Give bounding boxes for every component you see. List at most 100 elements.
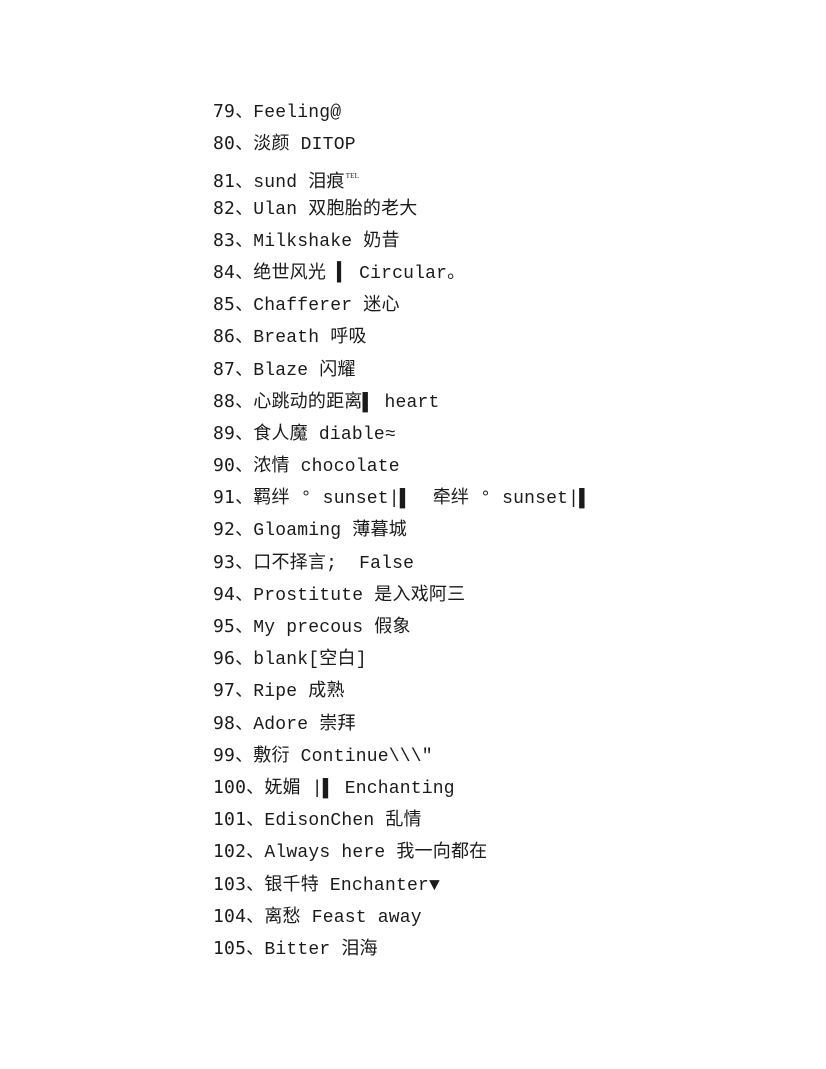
item-number: 87 <box>213 358 236 380</box>
item-text: 淡颜 DITOP <box>253 135 356 156</box>
item-text: 妩媚 |▌ Enchanting <box>264 778 455 799</box>
item-separator: 、 <box>235 455 254 477</box>
item-number: 86 <box>213 326 236 348</box>
item-number: 98 <box>213 712 236 734</box>
item-number: 91 <box>213 487 236 509</box>
item-separator: 、 <box>235 101 254 122</box>
item-number: 80 <box>213 133 236 155</box>
item-number: 92 <box>213 519 236 541</box>
item-text: sund 泪痕 <box>253 173 345 194</box>
item-separator: 、 <box>235 422 254 444</box>
item-text: Chafferer 迷心 <box>253 296 400 317</box>
list-item: 86、Breath 呼吸 <box>213 321 590 353</box>
document-page: 79、Feeling@ 80、淡颜 DITOP 81、sund 泪痕TEL 82、Ul… <box>0 0 826 1069</box>
list-item: 79、Feeling@ <box>213 96 590 128</box>
item-text: Adore 崇拜 <box>253 714 356 735</box>
item-text: 浓情 chocolate <box>253 457 400 478</box>
item-number: 85 <box>213 294 236 316</box>
item-number: 97 <box>213 680 236 702</box>
item-separator: 、 <box>246 841 265 863</box>
item-text: Milkshake 奶昔 <box>253 231 400 252</box>
item-text: Ripe 成熟 <box>253 682 345 703</box>
item-text: 敷衍 Continue\\\″ <box>253 746 433 767</box>
item-text: Ulan 双胞胎的老大 <box>253 199 418 220</box>
item-text: blank[空白] <box>253 650 367 671</box>
item-text: 绝世风光 ▍ Circular。 <box>253 263 466 284</box>
item-separator: 、 <box>246 937 265 959</box>
item-text: Breath 呼吸 <box>253 328 367 349</box>
item-separator: 、 <box>235 583 254 605</box>
item-separator: 、 <box>246 776 265 798</box>
item-separator: 、 <box>235 551 254 573</box>
item-number: 103 <box>213 873 247 895</box>
list-item: 84、绝世风光 ▍ Circular。 <box>213 257 590 289</box>
item-number: 101 <box>213 809 247 831</box>
item-separator: 、 <box>235 133 254 155</box>
item-text: 羁绊 ° sunset|▌ 牵绊 ° sunset|▌ <box>253 489 591 510</box>
item-text: Feeling@ <box>253 103 342 123</box>
list-item: 98、Adore 崇拜 <box>213 708 590 740</box>
item-text: Bitter 泪海 <box>264 939 378 960</box>
item-text: My precous 假象 <box>253 618 411 638</box>
list-item: 88、心跳动的距离▌ heart <box>213 386 590 418</box>
item-text: 心跳动的距离▌ heart <box>253 392 440 413</box>
numbered-list: 79、Feeling@ 80、淡颜 DITOP 81、sund 泪痕TEL 82、Ul… <box>213 96 590 965</box>
item-separator: 、 <box>235 294 254 316</box>
list-item: 82、Ulan 双胞胎的老大 <box>213 193 590 225</box>
item-number: 84 <box>213 261 236 283</box>
item-separator: 、 <box>235 197 254 219</box>
list-item: 81、sund 泪痕TEL <box>213 160 590 194</box>
list-item: 85、Chafferer 迷心 <box>213 289 590 321</box>
item-separator: 、 <box>235 171 254 193</box>
item-separator: 、 <box>235 519 254 541</box>
item-text: 口不择言; False <box>253 553 415 574</box>
item-number: 104 <box>213 905 247 927</box>
item-number: 95 <box>213 616 236 637</box>
item-separator: 、 <box>235 744 254 766</box>
item-text: Blaze 闪耀 <box>253 360 356 381</box>
item-separator: 、 <box>235 487 254 509</box>
item-separator: 、 <box>235 358 254 380</box>
list-item: 87、Blaze 闪耀 <box>213 354 590 386</box>
item-separator: 、 <box>246 873 265 895</box>
item-number: 88 <box>213 390 236 412</box>
list-item: 97、Ripe 成熟 <box>213 675 590 707</box>
list-item: 95、My precous 假象 <box>213 611 590 643</box>
list-item: 89、食人魔 diable≈ <box>213 418 590 450</box>
list-item: 83、Milkshake 奶昔 <box>213 225 590 257</box>
item-separator: 、 <box>235 326 254 348</box>
list-item: 102、Always here 我一向都在 <box>213 836 590 868</box>
item-number: 83 <box>213 229 236 251</box>
list-item: 96、blank[空白] <box>213 643 590 675</box>
item-text: Always here 我一向都在 <box>264 843 488 864</box>
item-number: 79 <box>213 101 236 122</box>
list-item: 94、Prostitute 是入戏阿三 <box>213 579 590 611</box>
list-item: 99、敷衍 Continue\\\″ <box>213 740 590 772</box>
list-item: 93、口不择言; False <box>213 547 590 579</box>
item-text: 食人魔 diable≈ <box>253 424 396 445</box>
item-text: Prostitute 是入戏阿三 <box>253 585 466 606</box>
item-separator: 、 <box>235 648 254 670</box>
list-item: 91、羁绊 ° sunset|▌ 牵绊 ° sunset|▌ <box>213 482 590 514</box>
item-separator: 、 <box>235 712 254 734</box>
item-separator: 、 <box>235 390 254 412</box>
list-item: 105、Bitter 泪海 <box>213 933 590 965</box>
item-number: 93 <box>213 551 236 573</box>
item-number: 94 <box>213 583 236 605</box>
item-number: 105 <box>213 937 247 959</box>
list-item: 100、妩媚 |▌ Enchanting <box>213 772 590 804</box>
item-text: Gloaming 薄暮城 <box>253 521 407 542</box>
list-item: 80、淡颜 DITOP <box>213 128 590 160</box>
item-separator: 、 <box>246 809 265 831</box>
item-number: 102 <box>213 841 247 863</box>
list-item: 103、银千特 Enchanter▼ <box>213 869 590 901</box>
list-item: 101、EdisonChen 乱情 <box>213 804 590 836</box>
item-number: 99 <box>213 744 236 766</box>
item-number: 100 <box>213 776 247 798</box>
item-number: 81 <box>213 171 236 193</box>
item-text: 银千特 Enchanter▼ <box>264 875 440 896</box>
item-number: 89 <box>213 422 236 444</box>
list-item: 104、离愁 Feast away <box>213 901 590 933</box>
item-text: EdisonChen 乱情 <box>264 811 422 832</box>
item-separator: 、 <box>235 229 254 251</box>
